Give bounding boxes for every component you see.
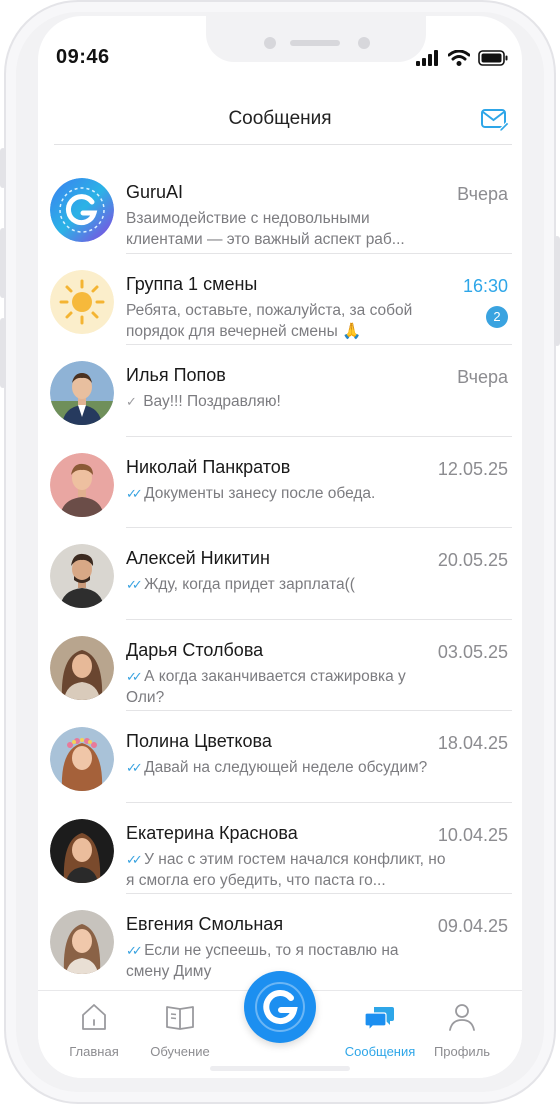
user-photo xyxy=(50,818,114,883)
tab-label: Профиль xyxy=(433,1044,491,1059)
tab-messages[interactable]: Сообщения xyxy=(340,1001,420,1059)
tab-label: Обучение xyxy=(150,1044,210,1059)
guru-logo-icon xyxy=(248,975,312,1039)
speaker-grill xyxy=(290,40,340,46)
preview-text: Жду, когда придет зарплата(( xyxy=(144,576,355,593)
chat-date: 09.04.25 xyxy=(437,916,508,936)
read-check-icon: ✓✓ xyxy=(126,760,143,775)
guru-fab-button[interactable] xyxy=(244,971,316,1043)
side-button xyxy=(0,148,6,188)
chat-date: 10.04.25 xyxy=(437,824,508,845)
chat-date: 12.05.25 xyxy=(437,458,508,479)
preview-text: А когда заканчивается стажировка у Оли? xyxy=(126,667,406,706)
chat-item[interactable]: Дарья Столбова 03.05.25 ✓✓ А когда закан… xyxy=(38,620,522,711)
read-check-icon: ✓✓ xyxy=(126,851,143,867)
chat-date: 03.05.25 xyxy=(437,641,508,662)
camera-dot xyxy=(358,37,370,49)
preview-text: Давай на следующей неделе обсудим? xyxy=(144,759,428,776)
chat-item[interactable]: Алексей Никитин 20.05.25 ✓✓ Жду, когда п… xyxy=(38,528,522,620)
read-check-icon: ✓✓ xyxy=(126,577,143,592)
header-divider xyxy=(54,144,512,145)
user-photo xyxy=(50,361,114,425)
chat-preview: Ребята, оставьте, пожалуйста, за собой п… xyxy=(126,300,446,342)
chat-preview: ✓✓ У нас с этим гостем начался конфликт,… xyxy=(126,849,446,891)
unread-badge: 2 xyxy=(486,305,508,328)
tab-profile[interactable]: Профиль xyxy=(422,1001,502,1059)
tab-home[interactable]: Главная xyxy=(54,1001,134,1059)
chat-preview: ✓✓ А когда заканчивается стажировка у Ол… xyxy=(126,666,446,708)
chat-item[interactable]: Николай Панкратов 12.05.25 ✓✓ Документы … xyxy=(38,437,522,528)
user-icon xyxy=(449,1004,475,1031)
chat-date: 18.04.25 xyxy=(437,733,508,753)
read-check-icon: ✓✓ xyxy=(126,485,143,501)
sensor-dot xyxy=(264,37,276,49)
user-photo xyxy=(50,727,114,791)
chat-item[interactable]: Илья Попов Вчера ✓ Вау!!! Поздравляю! xyxy=(38,345,522,437)
book-icon xyxy=(166,1006,194,1030)
chat-name: GuruAI xyxy=(126,182,184,202)
app-screen: 09:46 Сообщения GuruAI Вчера Взаимодейст… xyxy=(38,16,522,1078)
bottom-tab-bar: Главная Обучение Сообщения Профиль xyxy=(38,971,522,1078)
preview-text: Ребята, оставьте, пожалуйста, за собой п… xyxy=(126,301,413,340)
chat-name: Илья Попов xyxy=(126,365,226,385)
camera-notch xyxy=(206,16,426,62)
chat-date: Вчера xyxy=(457,367,508,387)
header: Сообщения xyxy=(38,102,522,146)
signal-icon xyxy=(416,50,438,66)
tab-label: Главная xyxy=(69,1044,119,1059)
home-icon xyxy=(82,1004,106,1030)
chat-preview: ✓✓ Жду, когда придет зарплата(( xyxy=(126,574,446,595)
chat-date: 20.05.25 xyxy=(437,550,508,570)
chat-name: Дарья Столбова xyxy=(126,639,264,660)
chat-item[interactable]: GuruAI Вчера Взаимодействие с недовольны… xyxy=(38,162,522,254)
chat-name: Группа 1 смены xyxy=(126,273,258,294)
chat-item[interactable]: Группа 1 смены 16:30 Ребята, оставьте, п… xyxy=(38,254,522,345)
user-photo xyxy=(50,544,114,608)
chat-preview: ✓✓ Давай на следующей неделе обсудим? xyxy=(126,757,446,778)
chat-date: 16:30 xyxy=(462,275,508,296)
chat-name: Николай Панкратов xyxy=(126,456,291,477)
chat-bubbles-icon xyxy=(364,1007,394,1032)
user-photo xyxy=(50,635,114,700)
read-check-icon: ✓✓ xyxy=(126,668,143,684)
chat-item[interactable]: Екатерина Краснова 10.04.25 ✓✓ У нас с э… xyxy=(38,803,522,894)
chat-item[interactable]: Полина Цветкова 18.04.25 ✓✓ Давай на сле… xyxy=(38,711,522,803)
chat-name: Екатерина Краснова xyxy=(126,822,298,843)
status-time: 09:46 xyxy=(56,46,110,68)
chat-preview: ✓✓ Документы занесу после обеда. xyxy=(126,483,446,504)
compose-button[interactable] xyxy=(480,104,510,134)
tab-label: Сообщения xyxy=(344,1044,416,1059)
sent-check-icon: ✓ xyxy=(126,394,137,409)
preview-text: У нас с этим гостем начался конфликт, но… xyxy=(126,850,446,889)
side-button xyxy=(0,318,6,388)
chat-name: Евгения Смольная xyxy=(126,914,284,934)
chat-preview: ✓ Вау!!! Поздравляю! xyxy=(126,391,446,412)
status-icons xyxy=(416,50,508,66)
page-title: Сообщения xyxy=(228,108,332,129)
user-photo xyxy=(50,452,114,517)
side-button xyxy=(0,228,6,298)
wifi-icon xyxy=(448,50,470,66)
battery-icon xyxy=(478,50,508,66)
preview-text: Документы занесу после обеда. xyxy=(144,484,376,502)
side-button xyxy=(554,236,560,346)
preview-text: Взаимодействие с недовольными клиентами … xyxy=(126,210,405,248)
tab-learning[interactable]: Обучение xyxy=(140,1001,220,1059)
sun-avatar xyxy=(50,269,114,334)
read-check-icon: ✓✓ xyxy=(126,943,143,958)
compose-mail-icon xyxy=(481,109,510,133)
chat-preview: Взаимодействие с недовольными клиентами … xyxy=(126,208,446,250)
home-indicator xyxy=(210,1066,350,1071)
chat-list: GuruAI Вчера Взаимодействие с недовольны… xyxy=(38,162,522,990)
chat-date: Вчера xyxy=(457,184,508,204)
user-photo xyxy=(50,910,114,974)
preview-text: Вау!!! Поздравляю! xyxy=(143,393,281,410)
chat-name: Полина Цветкова xyxy=(126,731,272,751)
chat-name: Алексей Никитин xyxy=(126,548,270,568)
guru-logo-avatar xyxy=(50,178,114,242)
